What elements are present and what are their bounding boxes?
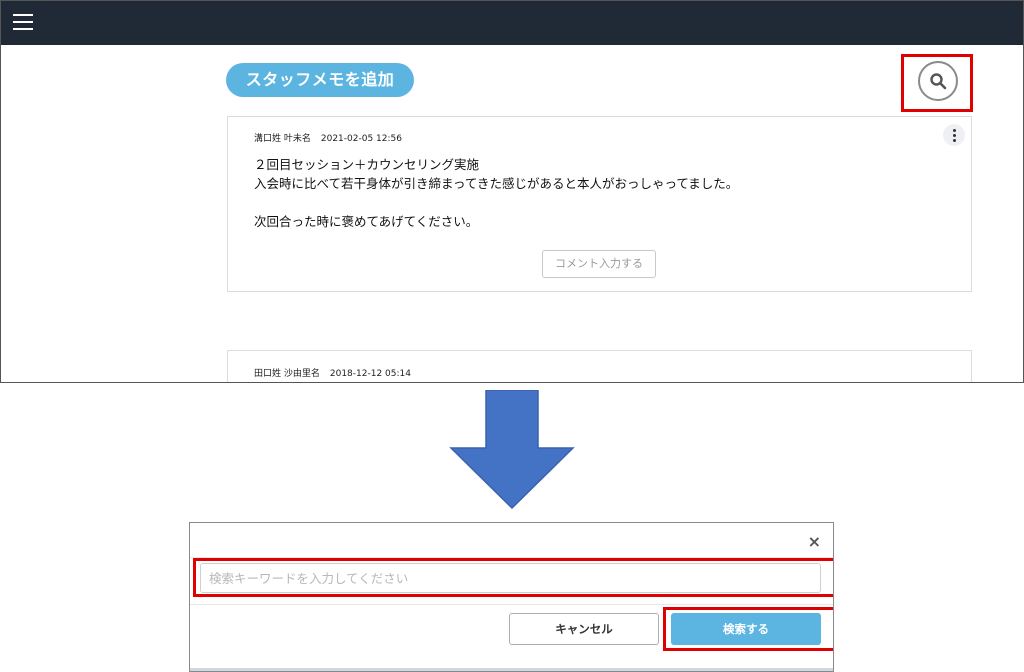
memo-body: ２回目セッション＋カウンセリング実施 入会時に比べて若干身体が引き締まってきた感… [254,155,738,231]
memo-line-blank [254,193,738,212]
enter-comment-button[interactable]: コメント入力する [542,250,656,278]
memo-meta: 溝口姓 叶未名 2021-02-05 12:56 [254,131,402,144]
staff-memo-screen: スタッフメモを追加 溝口姓 叶未名 2021-02-05 12:56 ２回目セッシ… [0,0,1024,383]
memo-author: 田口姓 沙由里名 [254,369,320,379]
dialog-divider [190,604,833,605]
hamburger-menu-icon[interactable] [13,12,33,32]
close-icon[interactable]: × [808,534,821,550]
background-strip [190,668,833,671]
memo-date: 2018-12-12 05:14 [329,369,411,379]
memo-line: 入会時に比べて若干身体が引き締まってきた感じがあると本人がおっしゃってました。 [254,176,739,191]
memo-date: 2021-02-05 12:56 [320,134,402,144]
more-options-icon[interactable] [943,124,965,146]
memo-card: 溝口姓 叶未名 2021-02-05 12:56 ２回目セッション＋カウンセリング… [227,116,972,292]
down-arrow-icon [449,390,575,510]
memo-line: 次回合った時に褒めてあげてください。 [254,214,479,229]
search-button[interactable] [918,61,958,101]
magnifier-icon [930,73,947,90]
memo-meta: 田口姓 沙由里名 2018-12-12 05:14 [254,366,411,379]
memo-line: ２回目セッション＋カウンセリング実施 [254,157,480,172]
add-staff-memo-button[interactable]: スタッフメモを追加 [226,63,414,97]
search-keyword-input[interactable] [200,563,821,593]
memo-card: 田口姓 沙由里名 2018-12-12 05:14 [227,350,972,382]
memo-author: 溝口姓 叶未名 [254,134,311,144]
search-dialog: × キャンセル 検索する [189,522,834,672]
cancel-button[interactable]: キャンセル [509,613,659,645]
search-submit-button[interactable]: 検索する [671,613,821,645]
top-navbar [1,1,1023,45]
